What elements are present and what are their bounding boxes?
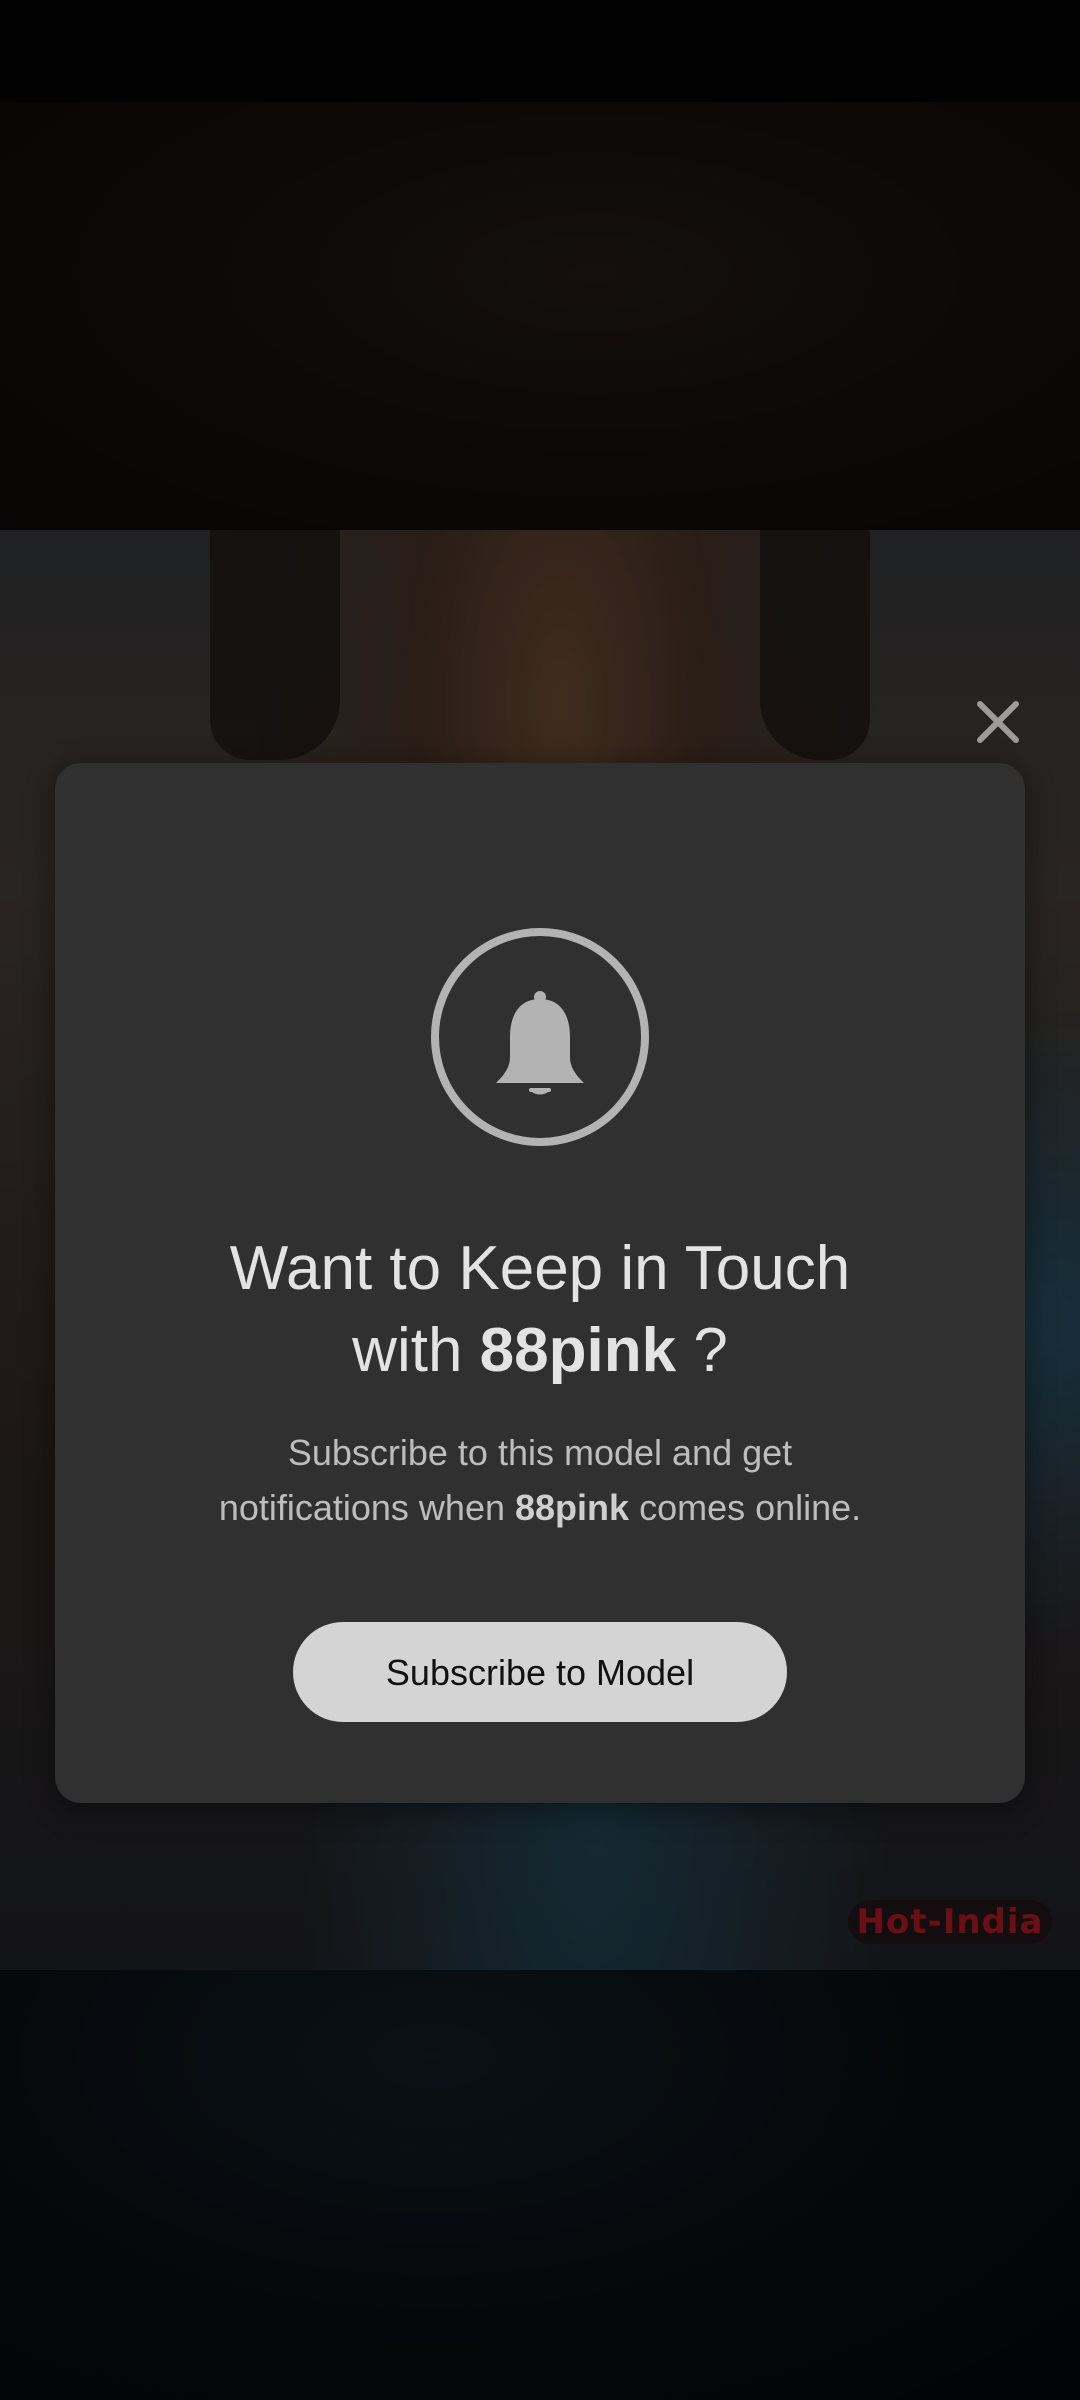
bell-icon bbox=[431, 928, 649, 1146]
close-button[interactable] bbox=[966, 690, 1030, 754]
modal-title-with: with bbox=[352, 1316, 463, 1385]
model-name: 88pink bbox=[479, 1316, 677, 1385]
subscribe-button[interactable]: Subscribe to Model bbox=[293, 1622, 787, 1722]
modal-title-line1: Want to Keep in Touch bbox=[229, 1234, 851, 1303]
description-model-name: 88pink bbox=[515, 1487, 630, 1528]
modal-title-suffix: ? bbox=[693, 1316, 728, 1385]
modal-title: Want to Keep in Touch with 88pink ? bbox=[55, 1228, 1025, 1392]
close-icon bbox=[977, 701, 1019, 743]
subscribe-modal: Want to Keep in Touch with 88pink ? Subs… bbox=[55, 763, 1025, 1803]
screen: Hot-India Want to Keep in Touch with 88p… bbox=[0, 0, 1080, 2400]
modal-description: Subscribe to this model and get notificat… bbox=[55, 1425, 1025, 1535]
description-suffix: comes online. bbox=[639, 1487, 862, 1528]
watermark-logo: Hot-India bbox=[848, 1900, 1052, 1944]
bell-badge bbox=[430, 927, 650, 1147]
